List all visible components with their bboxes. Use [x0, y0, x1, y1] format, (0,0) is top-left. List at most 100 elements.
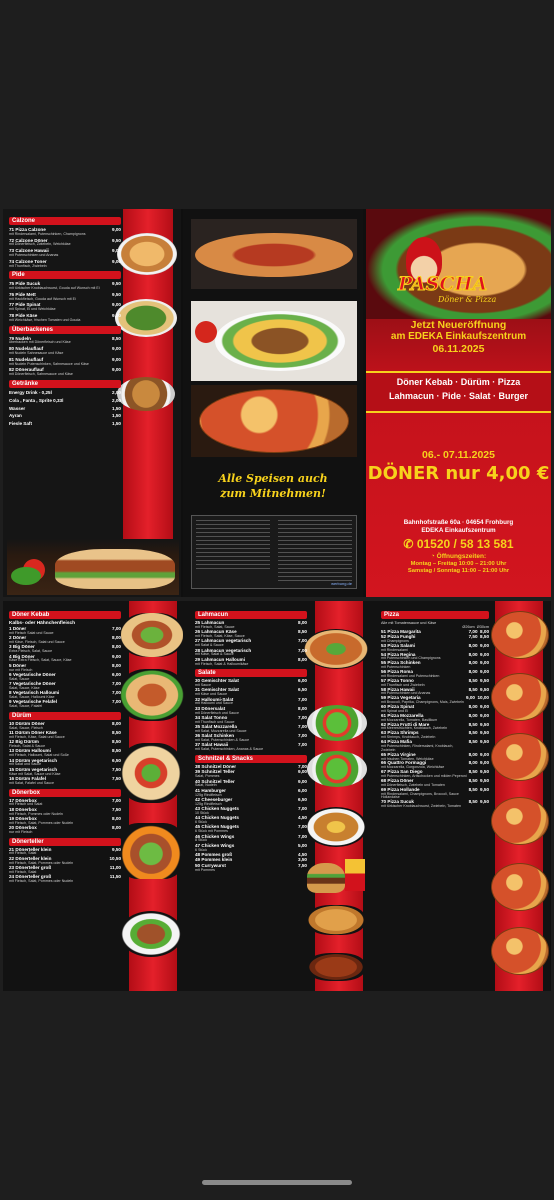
address-line-1: Bahnhofstraße 60a · 04654 Frohburg [403, 519, 514, 526]
pizza-image [491, 797, 549, 845]
menu-item-price: 7,00 [112, 797, 121, 803]
menu-item-text: Wasser [9, 406, 25, 412]
menu-item-price: 9,00 [112, 302, 121, 308]
menu-item-name: Cola , Fanta , Sprite 0,33l [9, 397, 64, 403]
top-left-panel: Calzone 71 Pizza Calzone mit Rindersalami… [3, 209, 181, 597]
menu-item: 50 Currywurst mit Pommes 7,50 [195, 863, 307, 873]
flyer-bottom: Döner Kebab Kalbs- oder Hähnchenfleisch … [3, 601, 551, 991]
menu-item-desc: mit Fleisch, Salat & Halloumikäse [195, 661, 249, 666]
salad-image-2 [307, 751, 367, 787]
menu-item-price: 9,00 [112, 248, 121, 254]
phone-row: ✆ 01520 / 58 13 581 [366, 537, 551, 552]
menu-item: 73 Calzone Hawaii mit Putenschinken und A… [9, 248, 121, 258]
menu-item-desc: mit Weichkäse, frischen Tomaten und Goud… [9, 317, 81, 322]
menu-item-price: 9,00 [112, 367, 121, 373]
doener-list: 1 Döner mit Fleisch Salat und Sauce 7,00 2 … [9, 626, 121, 709]
menu-item-price: 8,50 [112, 335, 121, 341]
calzone-list: 71 Pizza Calzone mit Rindersalami, Putens… [9, 227, 121, 268]
menu-item-desc: mit Nudeln Sahnesauce und Käse [9, 351, 64, 356]
menu-item: Ayran 1,50 [9, 413, 121, 419]
menu-item-price: 8,50 9,50 [468, 739, 489, 745]
pide-photo [191, 219, 357, 289]
menu-item-text: 71 Pizza Calzone mit Rindersalami, Putens… [9, 227, 86, 237]
menu-item-price: 8,50 9,50 [468, 799, 489, 805]
col1-menu: Döner Kebab Kalbs- oder Hähnchenfleisch … [9, 611, 121, 884]
promo-items-2: Lahmacun · Pide · Salat · Burger [388, 390, 529, 401]
pide-list: 75 Pide Sucuk mit türkischer Knoblauchwur… [9, 281, 121, 323]
pizza-photo [191, 385, 357, 457]
brand-name: PASCHA [397, 273, 488, 296]
allergen-box: werbung.de [191, 515, 357, 589]
menu-item-text: 77 Pide Spinat mit Spinat, Ei und Weichkä… [9, 303, 56, 312]
menu-item-desc: mit türkischer Knoblauchwurst, Gouda auf… [9, 286, 100, 291]
menu-item-text: 70 Pizza Sucuk mit türkischer Knoblauchwu… [381, 799, 461, 809]
brand-sub: Döner & Pizza [438, 295, 497, 304]
menu-item: 72 Calzone Döner mit Dönerfleisch, Zwiebe… [9, 238, 121, 248]
doener-sandwich-image [7, 539, 179, 595]
menu-item: Wasser 1,50 [9, 405, 121, 412]
menu-item: 29 Lahmacun Halloumi mit Fleisch, Salat &… [195, 657, 307, 667]
wings-image [307, 953, 365, 981]
menu-item-desc: mit Spinat, Ei und Weichkäse [9, 307, 56, 312]
slogan-line-2: zum Mitnehmen! [220, 487, 326, 501]
menu-item-desc: mit Nudeln Putenschinken, Sahnesauce und… [9, 361, 89, 366]
doenerteller-list: 21 Dönerteller klein mit Fleisch, Salat 9,… [9, 846, 121, 884]
menu-item-name: Energy Drink - 0,25l [9, 389, 52, 395]
menu-item-desc: mit Putenschinken und Ananas [9, 252, 59, 257]
menu-item-desc: mit Fleisch, Salat, Pommes oder Nudeln [9, 878, 74, 883]
menu-item-price: 1,50 [112, 405, 121, 411]
promo-line-1: Jetzt Neueröffnung [410, 319, 507, 331]
col3-menu: Pizza Alle mit Tomatensauce und Käse Ø26… [381, 611, 489, 809]
tomatoes [195, 321, 217, 343]
menu-item-text: Ayran [9, 413, 22, 419]
promo-offer: DÖNER nur 4,00 € [367, 463, 550, 484]
pizza-image [491, 673, 549, 721]
section-ueberbackenes: Überbackenes [9, 325, 121, 334]
doener-image-2 [119, 669, 185, 721]
menu-item-text: 79 Nudeln überbacken mit Dönerfleisch und… [9, 336, 71, 346]
menu-item-price: 9,00 [112, 227, 121, 232]
slogan-line-1: Alle Speisen auch [218, 472, 328, 485]
lettuce [11, 567, 41, 585]
doener-plate-photo [191, 301, 357, 381]
pizza-image [491, 863, 549, 911]
slogan: Alle Speisen auch zum Mitnehmen! [183, 471, 363, 502]
menu-item-desc: nur mit Fleisch [9, 829, 33, 834]
menu-item-price: 7,50 [112, 775, 121, 781]
menu-item-price: 7,00 [298, 696, 307, 702]
pide-on-board [195, 233, 353, 277]
burger-image [307, 863, 345, 893]
menu-item-price: 1,50 [112, 421, 121, 427]
menu-item: 71 Pizza Calzone mit Rindersalami, Putens… [9, 227, 121, 237]
menu-item-price: 2,00 [112, 397, 121, 403]
menu-item-text: 37 Salat Hawaii mit Salat, Putenschinken,… [195, 743, 263, 752]
menu-item-text: Energy Drink - 0,25l [9, 389, 52, 396]
top-middle-panel: Alle Speisen auch zum Mitnehmen! werbung… [183, 209, 363, 597]
menu-item: 24 Dönerteller groß mit Fleisch, Salat, P… [9, 874, 121, 884]
doenerteller-image [119, 911, 183, 957]
menu-item: 9 Vegetarische Felafel Salat, Sauce, Fala… [9, 699, 121, 709]
menu-item-price: 9,50 [112, 846, 121, 852]
clock-icon: ◔ [430, 552, 435, 560]
menu-item-price: 8,50 [112, 748, 121, 754]
menu-item-name: 18 Dönerbox [9, 806, 37, 812]
duerueem-list: 10 Dürüm Döner Salat, Sauce, Fleisch 8,00 1… [9, 721, 121, 786]
phone-number: 01520 / 58 13 581 [416, 536, 514, 551]
menu-item-desc: mit Hackfleisch, Gouda auf Wunsch mit Ei [9, 296, 76, 301]
menu-item-name: Fiesle Saft [9, 421, 32, 427]
menu-item-price: 9,00 [112, 653, 121, 659]
menu-item-desc: mit Rindersalami, Putenschinken, Champig… [9, 231, 86, 236]
hours-title-row: ◔ Öffnungszeiten: [366, 553, 551, 561]
pizza-image [491, 733, 549, 781]
menu-item-text: 78 Pide Käse mit Weichkäse, frischen Toma… [9, 313, 81, 323]
salad-image-1 [307, 705, 367, 741]
salate-list: 30 Gemischter Salat mit Sauce 6,00 31 Gemis… [195, 678, 307, 752]
menu-item-price: 8,00 [112, 644, 121, 650]
menu-item-text: 29 Lahmacun Halloumi mit Fleisch, Salat &… [195, 657, 249, 667]
promo-line-3: 06.11.2025 [432, 342, 485, 355]
home-indicator[interactable] [202, 1180, 352, 1185]
menu-item-name: 74 Calzone Toner [9, 258, 47, 264]
menu-item: 20 Dönerbox nur mit Fleisch 8,00 [9, 825, 121, 835]
menu-item: Energy Drink - 0,25l 2,00 [9, 389, 121, 396]
menu-item-price: 7,00 [298, 824, 307, 830]
